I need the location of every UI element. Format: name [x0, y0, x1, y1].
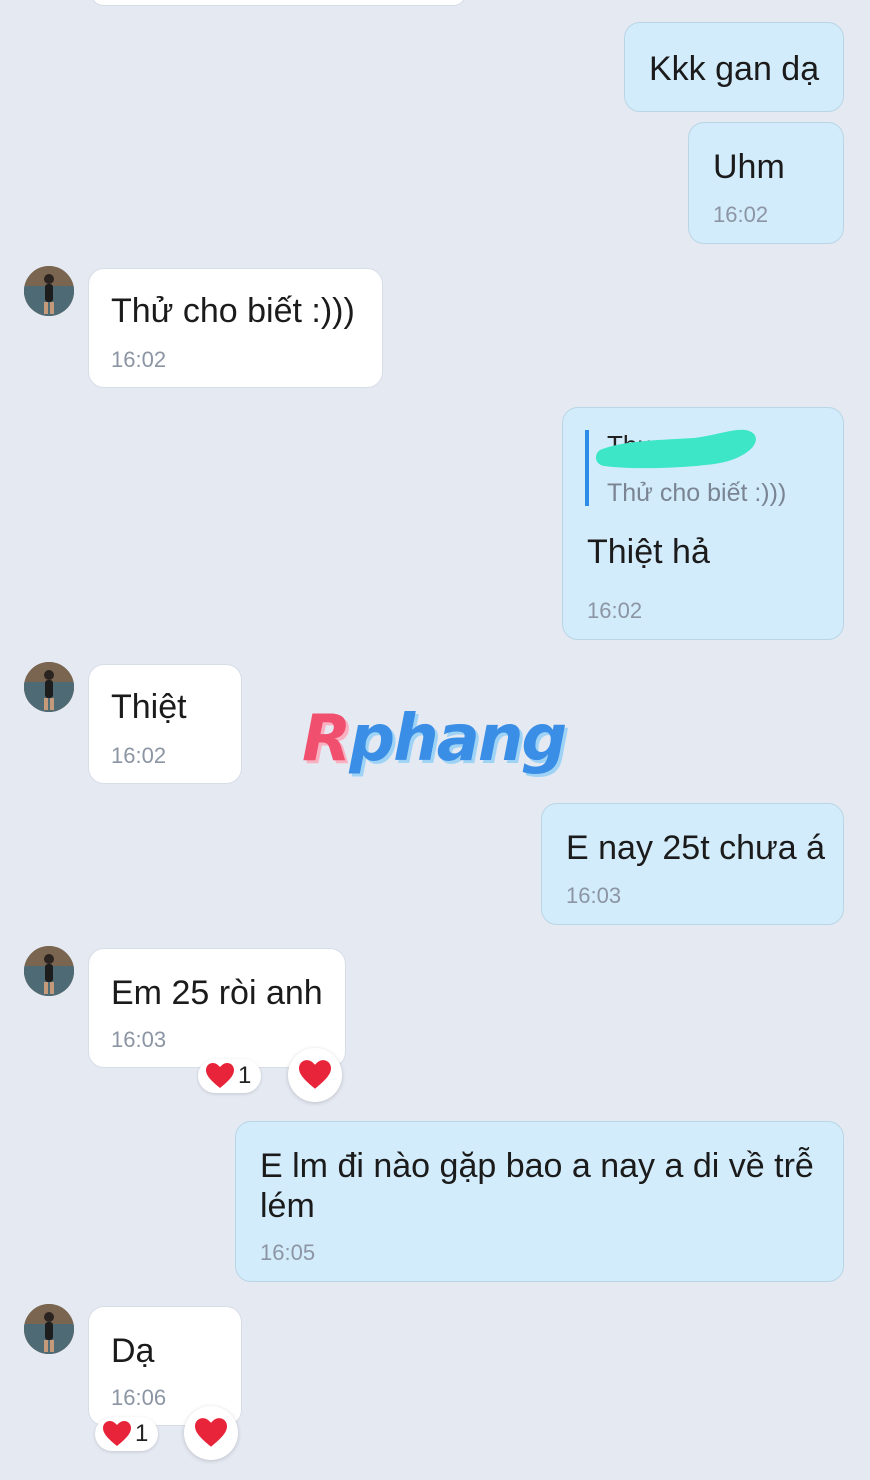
- reaction-summary[interactable]: 1: [198, 1059, 262, 1093]
- message-time: 16:06: [111, 1385, 167, 1410]
- contact-avatar[interactable]: [24, 946, 74, 996]
- message-text: E lm đi nào gặp bao a nay a di về trễ lé…: [260, 1147, 814, 1225]
- message-time: 16:02: [111, 347, 167, 372]
- react-button[interactable]: [288, 1048, 342, 1102]
- message-text: Em 25 ròi anh: [111, 974, 323, 1012]
- reaction-summary[interactable]: 1: [95, 1417, 159, 1451]
- heart-icon: [299, 1060, 331, 1089]
- redaction-scribble: [595, 429, 756, 469]
- message-text: Dạ: [111, 1332, 155, 1370]
- heart-icon: [195, 1418, 227, 1447]
- react-button[interactable]: [184, 1406, 238, 1460]
- message-time: 16:02: [587, 598, 643, 623]
- watermark-first-letter: R: [302, 702, 351, 776]
- message-text: Kkk gan dạ: [649, 50, 820, 88]
- message-bubble-outgoing[interactable]: Kkk gan dạ: [624, 22, 844, 112]
- quoted-text: Thử cho biết :))): [607, 479, 787, 507]
- contact-avatar[interactable]: [24, 1304, 74, 1354]
- watermark-logo: Rphang: [302, 702, 567, 776]
- message-bubble-outgoing[interactable]: E nay 25t chưa á 16:03: [541, 803, 844, 925]
- message-text: Uhm: [713, 148, 785, 186]
- message-bubble-outgoing[interactable]: Uhm 16:02: [688, 122, 844, 244]
- message-time: 16:02: [111, 743, 167, 768]
- contact-avatar[interactable]: [24, 662, 74, 712]
- message-bubble-outgoing[interactable]: E lm đi nào gặp bao a nay a di về trễ lé…: [235, 1121, 844, 1282]
- contact-avatar[interactable]: [24, 266, 74, 316]
- message-text: Thiệt hả: [587, 533, 710, 571]
- message-time: 16:03: [566, 883, 622, 908]
- reaction-count: 1: [238, 1062, 252, 1089]
- message-time: 16:03: [111, 1027, 167, 1052]
- heart-icon: [206, 1063, 234, 1088]
- message-time: 16:05: [260, 1240, 316, 1265]
- message-time: 16:02: [713, 202, 769, 227]
- message-text: Thiệt: [111, 688, 187, 726]
- message-bubble-incoming[interactable]: Thử cho biết :))) 16:02: [88, 268, 383, 388]
- heart-icon: [103, 1421, 131, 1446]
- message-bubble-incoming[interactable]: Thiệt 16:02: [88, 664, 242, 784]
- partial-message-bubble: [90, 0, 467, 6]
- watermark-rest: phang: [349, 702, 567, 776]
- reaction-count: 1: [135, 1420, 149, 1447]
- message-text: E nay 25t chưa á: [566, 829, 826, 867]
- message-text: Thử cho biết :))): [111, 292, 355, 330]
